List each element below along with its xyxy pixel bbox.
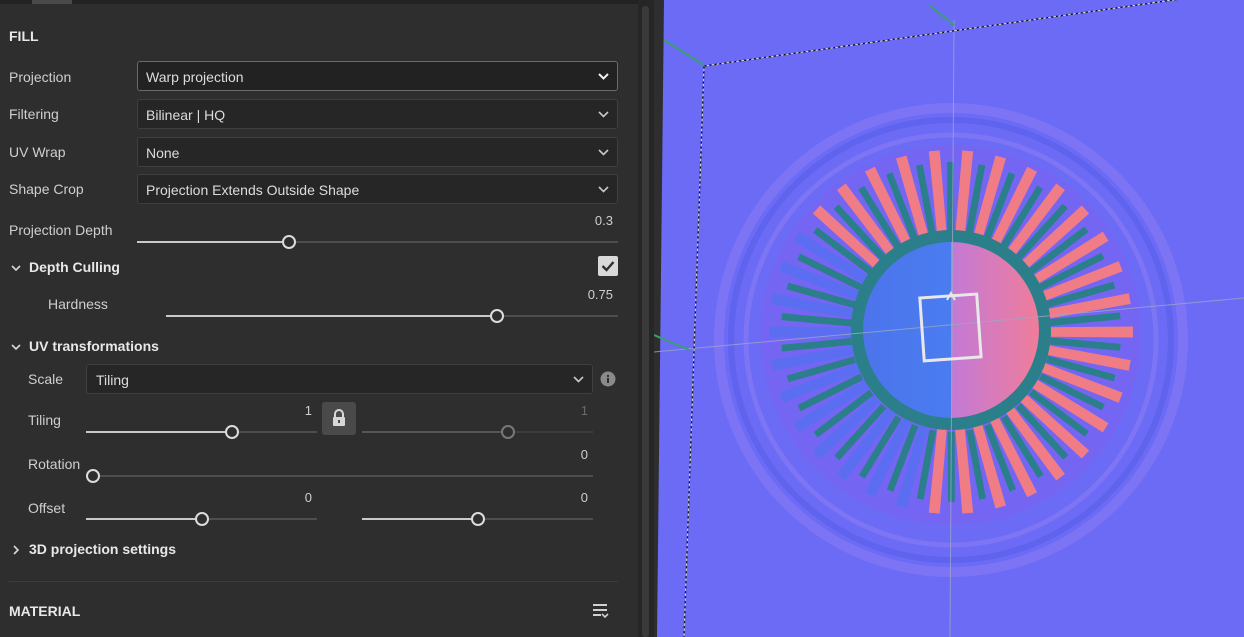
material-section-title: MATERIAL xyxy=(9,603,81,619)
tiling-u-value: 1 xyxy=(304,403,312,418)
slider-fill xyxy=(362,431,508,433)
lock-icon xyxy=(333,409,345,426)
shape-crop-label: Shape Crop xyxy=(9,181,84,197)
projection-value: Warp projection xyxy=(146,69,244,85)
projection-depth-label: Projection Depth xyxy=(9,222,113,238)
rotation-label: Rotation xyxy=(28,456,81,472)
slider-fill xyxy=(362,518,478,520)
tiling-v-value: 1 xyxy=(580,403,588,418)
slider-fill xyxy=(166,315,497,317)
slider-handle[interactable] xyxy=(195,512,209,526)
slider-handle[interactable] xyxy=(86,469,100,483)
chevron-down-icon xyxy=(573,376,584,383)
filtering-dropdown[interactable]: Bilinear | HQ xyxy=(137,99,618,129)
slider-fill xyxy=(137,241,289,243)
list-menu-icon[interactable] xyxy=(592,602,610,620)
hardness-value: 0.75 xyxy=(587,287,613,302)
tiling-lock-button[interactable] xyxy=(322,402,356,435)
scale-value: Tiling xyxy=(96,372,129,388)
blade xyxy=(769,326,857,338)
offset-u-value: 0 xyxy=(304,490,312,505)
panel-scrollbar[interactable] xyxy=(638,0,654,637)
slider-handle[interactable] xyxy=(282,235,296,249)
tiling-v-slider xyxy=(362,425,593,439)
section-divider xyxy=(9,581,618,582)
filtering-label: Filtering xyxy=(9,106,59,122)
chevron-down-icon xyxy=(598,149,609,156)
chevron-down-icon[interactable] xyxy=(10,341,22,353)
rotation-slider[interactable] xyxy=(86,469,593,483)
info-icon[interactable] xyxy=(600,371,616,387)
projection-label: Projection xyxy=(9,69,72,85)
properties-panel: FILL Projection Warp projection Filterin… xyxy=(0,0,638,637)
uv-wrap-label: UV Wrap xyxy=(9,144,66,160)
uv-transformations-title[interactable]: UV transformations xyxy=(29,338,159,354)
panel-top-tab[interactable] xyxy=(32,0,72,4)
chevron-down-icon[interactable] xyxy=(10,262,22,274)
depth-culling-title[interactable]: Depth Culling xyxy=(29,259,120,275)
blade xyxy=(1045,326,1133,338)
projection-3d-title[interactable]: 3D projection settings xyxy=(29,541,176,557)
rotation-value: 0 xyxy=(580,447,588,462)
filtering-value: Bilinear | HQ xyxy=(146,107,226,123)
normal-map-preview xyxy=(654,0,1244,637)
tiling-u-slider[interactable] xyxy=(86,425,317,439)
slider-handle xyxy=(501,425,515,439)
chevron-down-icon xyxy=(598,111,609,118)
offset-v-slider[interactable] xyxy=(362,512,593,526)
projection-depth-value: 0.3 xyxy=(594,213,613,228)
offset-label: Offset xyxy=(28,500,66,516)
chevron-down-icon xyxy=(598,73,609,80)
scrollbar-thumb[interactable] xyxy=(642,6,649,637)
scale-dropdown[interactable]: Tiling xyxy=(86,364,593,394)
chevron-right-icon[interactable] xyxy=(10,544,22,556)
slider-fill xyxy=(86,431,232,433)
hardness-slider[interactable] xyxy=(166,309,618,323)
panel-top-bar xyxy=(0,0,638,4)
depth-culling-checkbox[interactable] xyxy=(598,256,618,276)
3d-viewport[interactable] xyxy=(654,0,1244,637)
hardness-label: Hardness xyxy=(48,296,108,312)
slider-fill xyxy=(86,518,202,520)
slider-handle[interactable] xyxy=(471,512,485,526)
offset-v-value: 0 xyxy=(580,490,588,505)
tiling-label: Tiling xyxy=(28,412,61,428)
fill-section-title: FILL xyxy=(9,28,39,44)
offset-u-slider[interactable] xyxy=(86,512,317,526)
uv-wrap-value: None xyxy=(146,145,180,161)
chevron-down-icon xyxy=(598,186,609,193)
shape-crop-value: Projection Extends Outside Shape xyxy=(146,182,360,198)
checkmark-icon xyxy=(601,261,615,272)
projection-depth-slider[interactable] xyxy=(137,235,618,249)
slider-handle[interactable] xyxy=(225,425,239,439)
projection-dropdown[interactable]: Warp projection xyxy=(137,61,618,91)
uv-wrap-dropdown[interactable]: None xyxy=(137,137,618,167)
scale-label: Scale xyxy=(28,371,64,387)
slider-handle[interactable] xyxy=(490,309,504,323)
shape-crop-dropdown[interactable]: Projection Extends Outside Shape xyxy=(137,174,618,204)
